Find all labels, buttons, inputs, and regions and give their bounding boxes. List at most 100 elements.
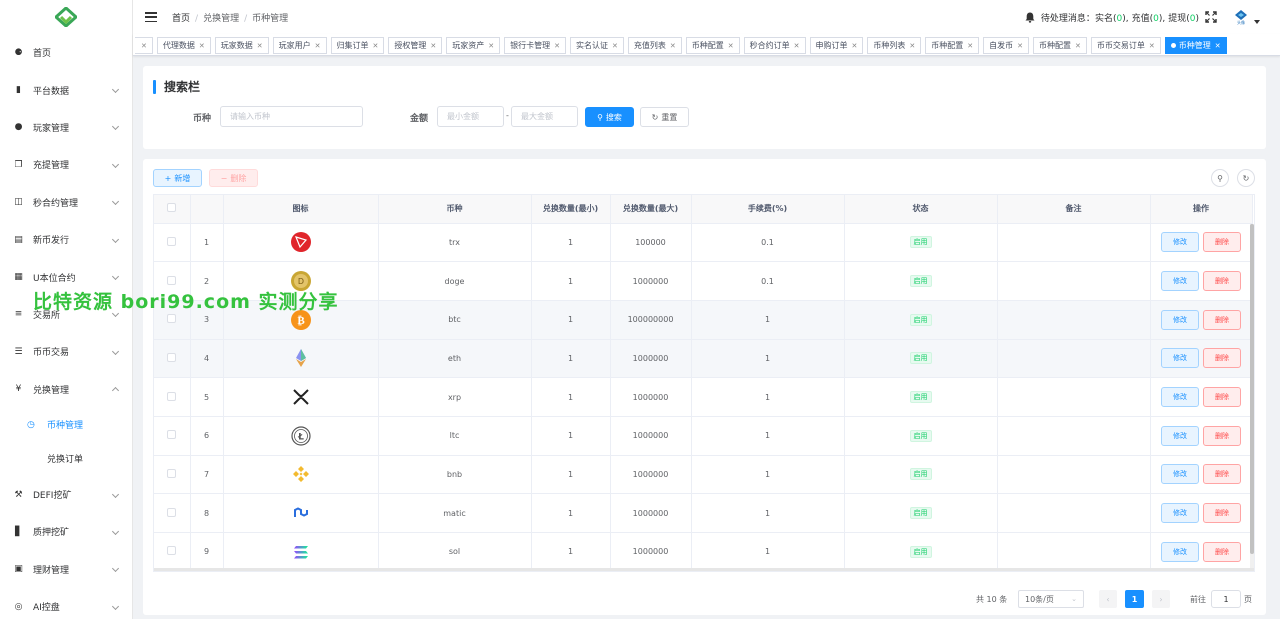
table-row[interactable]: 7 bnb 1 1000000 1 启用 修改 删除 bbox=[154, 455, 1253, 495]
next-page-button[interactable]: › bbox=[1152, 590, 1170, 608]
caret-down-icon[interactable] bbox=[1254, 20, 1260, 24]
close-icon[interactable]: ✕ bbox=[141, 42, 147, 50]
sidebar-item-11[interactable]: ▋ 质押挖矿 bbox=[0, 513, 132, 550]
close-icon[interactable]: ✕ bbox=[199, 42, 205, 50]
sidebar-item-10[interactable]: ⚒ DEFI挖矿 bbox=[0, 476, 132, 513]
avatar[interactable]: 头像 bbox=[1231, 7, 1251, 27]
tag-17[interactable]: 币币交易订单 ✕ bbox=[1090, 37, 1161, 54]
prev-page-button[interactable]: ‹ bbox=[1099, 590, 1117, 608]
delete-button[interactable]: 删除 bbox=[1203, 541, 1241, 562]
tag-5[interactable]: 授权管理 ✕ bbox=[388, 37, 443, 54]
edit-button[interactable]: 修改 bbox=[1161, 348, 1199, 369]
delete-button[interactable]: 删除 bbox=[1203, 232, 1241, 253]
page-size-select[interactable]: 10条/页 ⌄ bbox=[1018, 590, 1084, 608]
sidebar-item-9[interactable]: ¥ 兑换管理 bbox=[0, 371, 132, 408]
sidebar-item-5[interactable]: ▤ 新币发行 bbox=[0, 221, 132, 258]
tag-4[interactable]: 归集订单 ✕ bbox=[330, 37, 385, 54]
search-button[interactable]: ⚲ 搜索 bbox=[585, 107, 634, 127]
table-h-scrollbar[interactable] bbox=[154, 568, 1254, 571]
tag-0[interactable]: ✕ bbox=[135, 37, 153, 54]
close-icon[interactable]: ✕ bbox=[670, 42, 676, 50]
sidebar-item-0[interactable]: ⚈ 首页 bbox=[0, 34, 132, 71]
row-checkbox[interactable] bbox=[167, 352, 177, 362]
pending-withdraw[interactable]: 提现(0) bbox=[1168, 11, 1199, 24]
tag-2[interactable]: 玩家数据 ✕ bbox=[214, 37, 269, 54]
close-icon[interactable]: ✕ bbox=[1075, 42, 1081, 50]
batch-delete-button[interactable]: − 删除 bbox=[209, 169, 258, 187]
tag-3[interactable]: 玩家用户 ✕ bbox=[272, 37, 327, 54]
edit-button[interactable]: 修改 bbox=[1161, 309, 1199, 330]
goto-page-input[interactable] bbox=[1211, 590, 1241, 608]
toggle-search-icon[interactable]: ⚲ bbox=[1211, 169, 1229, 187]
close-icon[interactable]: ✕ bbox=[315, 42, 321, 50]
delete-button[interactable]: 删除 bbox=[1203, 271, 1241, 292]
coin-search-input[interactable] bbox=[220, 106, 363, 127]
sidebar-subitem-1[interactable]: 兑换订单 bbox=[0, 442, 132, 476]
tag-11[interactable]: 秒合约订单 ✕ bbox=[743, 37, 806, 54]
row-checkbox[interactable] bbox=[167, 314, 177, 324]
sidebar-item-3[interactable]: ❐ 充提管理 bbox=[0, 146, 132, 183]
delete-button[interactable]: 删除 bbox=[1203, 425, 1241, 446]
close-icon[interactable]: ✕ bbox=[967, 42, 973, 50]
sidebar-item-2[interactable]: ● 玩家管理 bbox=[0, 109, 132, 146]
edit-button[interactable]: 修改 bbox=[1161, 271, 1199, 292]
delete-button[interactable]: 删除 bbox=[1203, 309, 1241, 330]
sidebar-item-8[interactable]: ☰ 币币交易 bbox=[0, 333, 132, 370]
row-checkbox[interactable] bbox=[167, 430, 177, 440]
close-icon[interactable]: ✕ bbox=[794, 42, 800, 50]
add-button[interactable]: + 新增 bbox=[153, 169, 202, 187]
close-icon[interactable]: ✕ bbox=[1017, 42, 1023, 50]
sidebar-item-12[interactable]: ▣ 理财管理 bbox=[0, 551, 132, 588]
tag-6[interactable]: 玩家资产 ✕ bbox=[446, 37, 501, 54]
sidebar-item-1[interactable]: ▮ 平台数据 bbox=[0, 71, 132, 108]
min-amount-input[interactable] bbox=[437, 106, 504, 127]
sidebar-item-13[interactable]: ◎ AI控盘 bbox=[0, 588, 132, 619]
hamburger-icon[interactable] bbox=[145, 12, 157, 22]
table-row[interactable]: 4 eth 1 1000000 1 启用 修改 删除 bbox=[154, 339, 1253, 379]
delete-button[interactable]: 删除 bbox=[1203, 503, 1241, 524]
close-icon[interactable]: ✕ bbox=[909, 42, 915, 50]
delete-button[interactable]: 删除 bbox=[1203, 464, 1241, 485]
close-icon[interactable]: ✕ bbox=[852, 42, 858, 50]
tag-7[interactable]: 银行卡管理 ✕ bbox=[504, 37, 566, 54]
page-1-button[interactable]: 1 bbox=[1125, 590, 1144, 608]
close-icon[interactable]: ✕ bbox=[1149, 42, 1155, 50]
edit-button[interactable]: 修改 bbox=[1161, 503, 1199, 524]
bell-icon[interactable] bbox=[1025, 12, 1035, 23]
table-row[interactable]: 9 sol 1 1000000 1 启用 修改 删除 bbox=[154, 532, 1253, 571]
pending-realname[interactable]: 实名(0), bbox=[1095, 11, 1129, 24]
table-row[interactable]: 5 xrp 1 1000000 1 启用 修改 删除 bbox=[154, 377, 1253, 417]
row-checkbox[interactable] bbox=[167, 468, 177, 478]
row-checkbox[interactable] bbox=[167, 546, 177, 556]
row-checkbox[interactable] bbox=[167, 236, 177, 246]
refresh-table-icon[interactable]: ↻ bbox=[1237, 169, 1255, 187]
tag-10[interactable]: 币种配置 ✕ bbox=[685, 37, 740, 54]
edit-button[interactable]: 修改 bbox=[1161, 387, 1199, 408]
tag-9[interactable]: 充值列表 ✕ bbox=[627, 37, 682, 54]
tag-14[interactable]: 币种配置 ✕ bbox=[925, 37, 980, 54]
tag-18[interactable]: 币种管理 ✕ bbox=[1164, 37, 1227, 54]
pending-recharge[interactable]: 充值(0), bbox=[1132, 11, 1166, 24]
edit-button[interactable]: 修改 bbox=[1161, 425, 1199, 446]
reset-button[interactable]: ↻ 重置 bbox=[640, 107, 689, 127]
tag-16[interactable]: 币种配置 ✕ bbox=[1033, 37, 1087, 54]
close-icon[interactable]: ✕ bbox=[488, 42, 494, 50]
breadcrumb-home[interactable]: 首页 bbox=[172, 14, 190, 24]
delete-button[interactable]: 删除 bbox=[1203, 387, 1241, 408]
row-checkbox[interactable] bbox=[167, 275, 177, 285]
close-icon[interactable]: ✕ bbox=[728, 42, 734, 50]
select-all-checkbox[interactable] bbox=[167, 203, 177, 213]
close-icon[interactable]: ✕ bbox=[612, 42, 618, 50]
close-icon[interactable]: ✕ bbox=[1215, 42, 1221, 50]
table-row[interactable]: 8 matic 1 1000000 1 启用 修改 删除 bbox=[154, 493, 1253, 533]
close-icon[interactable]: ✕ bbox=[257, 42, 263, 50]
edit-button[interactable]: 修改 bbox=[1161, 541, 1199, 562]
fullscreen-icon[interactable] bbox=[1205, 11, 1217, 23]
row-checkbox[interactable] bbox=[167, 507, 177, 517]
sidebar-subitem-0[interactable]: ◷ 币种管理 bbox=[0, 408, 132, 442]
close-icon[interactable]: ✕ bbox=[430, 42, 436, 50]
close-icon[interactable]: ✕ bbox=[373, 42, 379, 50]
app-logo[interactable] bbox=[0, 0, 132, 34]
table-row[interactable]: 6 Łltc 1 1000000 1 启用 修改 删除 bbox=[154, 416, 1253, 456]
tag-13[interactable]: 币种列表 ✕ bbox=[867, 37, 922, 54]
